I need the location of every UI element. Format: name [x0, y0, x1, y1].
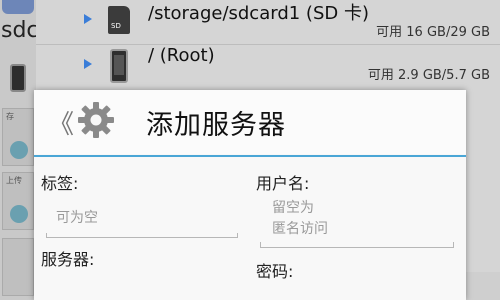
sidebar-tile-label: 上传	[6, 176, 22, 185]
item-name: /storage/sdcard1 (SD 卡)	[148, 3, 369, 24]
sidebar-tile-upload[interactable]: 上传	[2, 172, 34, 230]
dialog-header: 《 添加服务器	[34, 90, 466, 154]
add-server-dialog: 《 添加服务器 标签: 用户名: 服务器: 密码:	[34, 90, 466, 300]
tile-icon	[10, 205, 28, 223]
sidebar-tile-storage[interactable]: 存	[2, 108, 34, 166]
server-field-label: 服务器:	[41, 250, 95, 269]
list-item[interactable]: / (Root) 可用 2.9 GB/5.7 GB	[36, 44, 500, 88]
username-input[interactable]	[260, 198, 454, 244]
sidebar-tile[interactable]	[2, 238, 34, 296]
gear-icon	[78, 102, 114, 138]
expand-arrow-icon[interactable]	[84, 59, 92, 69]
sidebar-tile-label: 存	[6, 112, 14, 121]
item-size: 可用 2.9 GB/5.7 GB	[367, 68, 490, 83]
label-input-wrap	[46, 198, 238, 238]
header-divider	[34, 155, 466, 157]
back-button[interactable]	[2, 0, 34, 14]
sd-card-icon	[108, 6, 130, 34]
back-chevron-icon[interactable]: 《	[48, 104, 74, 141]
list-item[interactable]: /storage/sdcard1 (SD 卡) 可用 16 GB/29 GB	[36, 0, 500, 44]
tile-icon	[10, 141, 28, 159]
label-input[interactable]	[46, 198, 238, 238]
drive-label: sdca	[1, 18, 36, 43]
expand-arrow-icon[interactable]	[84, 14, 92, 24]
username-field-label: 用户名:	[256, 174, 310, 193]
device-icon	[10, 64, 26, 92]
item-size: 可用 16 GB/29 GB	[376, 25, 490, 40]
password-field-label: 密码:	[256, 262, 294, 281]
phone-icon	[110, 49, 128, 83]
dialog-title: 添加服务器	[146, 110, 286, 141]
left-sidebar: sdca 存 上传	[0, 0, 36, 300]
label-field-label: 标签:	[41, 174, 79, 193]
username-input-wrap	[260, 196, 454, 248]
item-name: / (Root)	[148, 45, 215, 66]
